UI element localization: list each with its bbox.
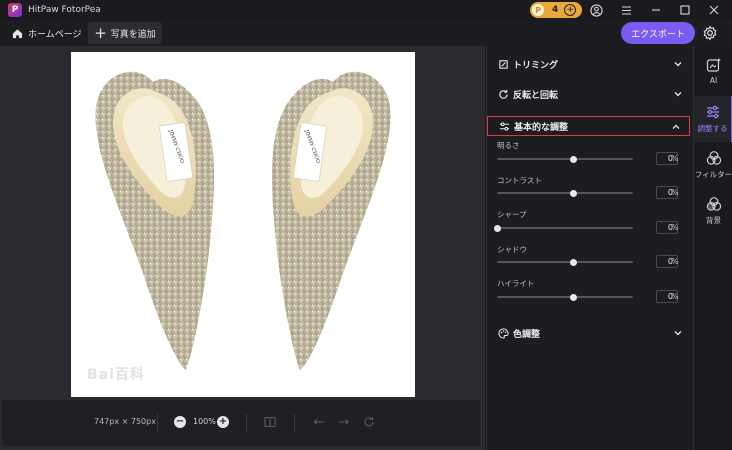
menu-icon[interactable]	[619, 3, 633, 17]
section-color-label: 色調整	[513, 329, 541, 340]
home-icon	[12, 28, 23, 38]
section-trim[interactable]: トリミング	[497, 54, 687, 74]
unit-shadow: %	[671, 257, 679, 266]
add-photo-label: 写真を追加	[110, 29, 156, 40]
side-tabs: AI 調整する フィルター 背景	[693, 46, 732, 450]
sliders-icon	[498, 120, 510, 132]
sliders-icon	[706, 105, 719, 119]
chevron-down-icon	[674, 62, 682, 67]
chevron-up-icon	[672, 124, 680, 129]
redo-arrow-icon[interactable]: →	[337, 415, 351, 430]
credits-badge[interactable]: P 4 +	[530, 2, 582, 18]
unit-contrast: %	[671, 188, 679, 197]
app-logo-icon: P	[8, 3, 22, 17]
watermark: Bai百科	[87, 367, 145, 383]
section-color-adjust[interactable]: 色調整	[497, 323, 687, 343]
side-tab-filter[interactable]: フィルター	[694, 142, 732, 188]
reset-icon[interactable]	[362, 415, 376, 429]
close-icon[interactable]	[707, 3, 721, 17]
export-button[interactable]: エクスポート	[621, 22, 695, 44]
divider	[157, 414, 158, 432]
unit-brightness: %	[671, 154, 679, 163]
side-tab-ai-label: AI	[709, 76, 718, 85]
zoom-out-button[interactable]: −	[174, 416, 186, 428]
chevron-down-icon	[674, 331, 682, 336]
credits-count: 4	[552, 5, 559, 15]
coin-icon: P	[532, 4, 544, 16]
undo-arrow-icon[interactable]: ←	[312, 415, 326, 430]
ai-sparkle-icon	[706, 58, 721, 72]
side-tab-filter-label: フィルター	[694, 170, 732, 179]
slider-knob[interactable]	[569, 155, 577, 163]
plus-icon: +	[94, 24, 107, 42]
section-basic-label: 基本的な調整	[514, 122, 569, 133]
adjust-label-contrast: コントラスト	[497, 176, 542, 185]
minimize-icon[interactable]	[649, 3, 663, 17]
slider-shadow[interactable]	[497, 258, 633, 266]
app-title: HitPaw FotorPea	[28, 5, 101, 15]
side-tab-background-label: 背景	[706, 216, 721, 225]
slider-contrast[interactable]	[497, 189, 633, 197]
rotate-icon	[497, 88, 509, 100]
chevron-down-icon	[674, 92, 682, 97]
section-flip-rotate[interactable]: 反転と回転	[497, 84, 687, 104]
divider	[246, 414, 247, 432]
slider-sharpen[interactable]	[493, 224, 633, 232]
adjust-label-highlight: ハイライト	[497, 279, 535, 288]
adjust-panel: トリミング 反転と回転 基本的な調整 明るさ 0 % コントラスト 0 % シャ…	[486, 46, 692, 450]
slider-knob[interactable]	[493, 224, 501, 232]
adjust-label-sharpen: シャープ	[497, 210, 527, 219]
background-icon	[706, 197, 721, 211]
unit-highlight: %	[671, 292, 679, 301]
account-icon[interactable]	[589, 3, 603, 17]
home-button[interactable]: ホームページ	[12, 23, 82, 43]
side-tab-ai[interactable]: AI	[694, 48, 732, 94]
side-tab-adjust-label: 調整する	[697, 124, 728, 133]
crop-icon	[497, 58, 509, 70]
section-flip-label: 反転と回転	[513, 90, 559, 101]
side-tab-adjust[interactable]: 調整する	[694, 96, 732, 142]
slider-knob[interactable]	[569, 189, 577, 197]
add-credits-icon[interactable]: +	[564, 4, 577, 16]
settings-gear-icon[interactable]	[702, 25, 718, 41]
adjust-label-brightness: 明るさ	[497, 141, 520, 150]
home-label: ホームページ	[28, 29, 82, 40]
bottom-bar: 747px × 750px − 100% + ← →	[2, 400, 480, 446]
slider-brightness[interactable]	[497, 155, 633, 163]
section-trim-label: トリミング	[513, 60, 559, 71]
photo-preview[interactable]: JIMMY CHOO JIMMY CHOO Bai百科	[71, 52, 415, 397]
filter-circles-icon	[706, 151, 721, 165]
add-photo-button[interactable]: + 写真を追加	[88, 22, 162, 44]
slider-highlight[interactable]	[497, 293, 633, 301]
maximize-icon[interactable]	[678, 3, 692, 17]
title-bar: P HitPaw FotorPea P 4 +	[0, 0, 732, 20]
canvas-area[interactable]: JIMMY CHOO JIMMY CHOO Bai百科	[0, 46, 485, 450]
shoes-image: JIMMY CHOO JIMMY CHOO	[95, 71, 391, 370]
compare-split-icon[interactable]	[263, 415, 277, 429]
image-dimensions: 747px × 750px	[94, 417, 156, 426]
section-basic-adjust[interactable]: 基本的な調整	[487, 116, 690, 136]
palette-icon	[497, 327, 509, 339]
slider-knob[interactable]	[569, 293, 577, 301]
toolbar: ホームページ + 写真を追加 エクスポート	[0, 20, 732, 46]
zoom-in-button[interactable]: +	[217, 416, 229, 428]
side-tab-background[interactable]: 背景	[694, 188, 732, 234]
zoom-level: 100%	[193, 417, 216, 426]
unit-sharpen: %	[671, 223, 679, 232]
slider-knob[interactable]	[569, 258, 577, 266]
divider	[294, 414, 295, 432]
adjust-label-shadow: シャドウ	[497, 245, 527, 254]
